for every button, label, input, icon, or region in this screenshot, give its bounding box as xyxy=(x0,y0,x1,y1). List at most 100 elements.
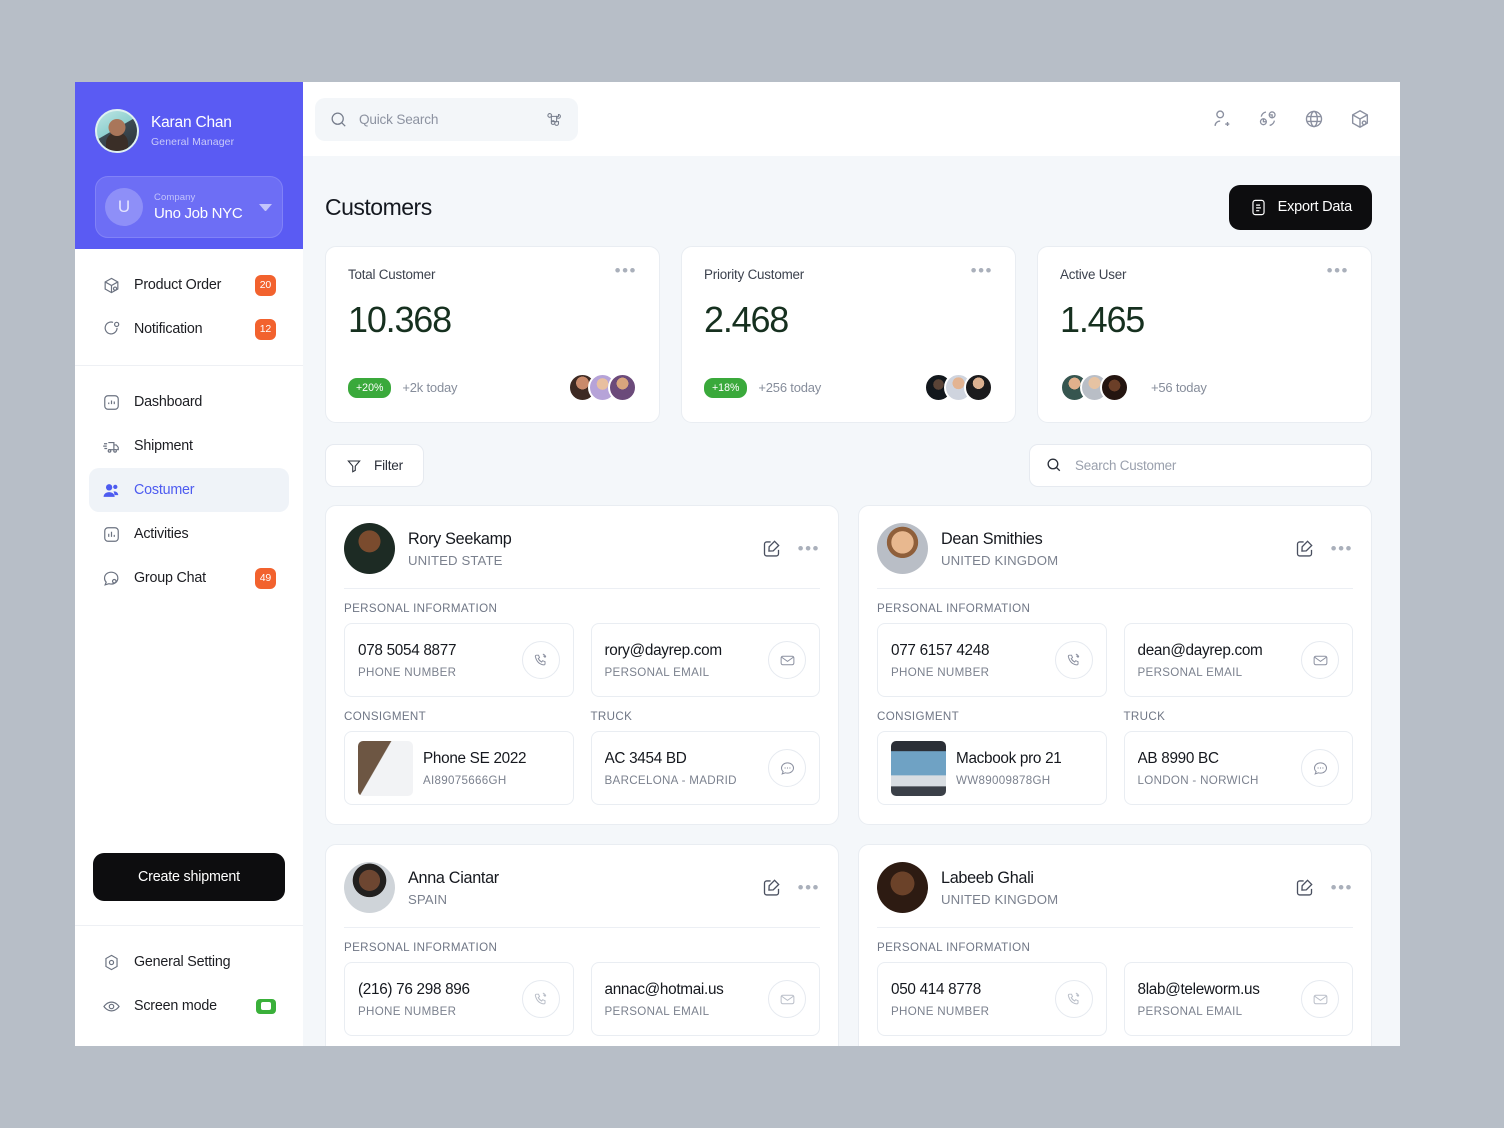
sidebar-item-label: Group Chat xyxy=(134,570,206,586)
call-icon[interactable] xyxy=(1054,641,1093,679)
add-user-icon[interactable] xyxy=(1211,108,1233,130)
stat-card-total-customer: Total Customer ••• 10.368 +20% +2k today xyxy=(325,246,660,423)
chat-icon xyxy=(102,569,121,588)
export-data-button[interactable]: Export Data xyxy=(1228,184,1372,230)
phone-value: 050 414 8778 xyxy=(891,980,981,998)
sidebar-item-label: Costumer xyxy=(134,482,195,498)
customer-menu-button[interactable]: ••• xyxy=(1331,540,1353,557)
stat-menu-button[interactable]: ••• xyxy=(1327,262,1349,279)
eye-icon xyxy=(102,997,121,1016)
filter-button[interactable]: Filter xyxy=(325,444,424,487)
section-label-consigment: CONSIGMENT xyxy=(344,710,427,723)
call-icon[interactable] xyxy=(1054,980,1093,1018)
customer-card[interactable]: Rory Seekamp UNITED STATE ••• PERSONAL I… xyxy=(325,505,839,825)
phone-value: (216) 76 298 896 xyxy=(358,980,470,998)
email-label: PERSONAL EMAIL xyxy=(604,665,710,679)
sidebar-item-general-setting[interactable]: General Setting xyxy=(89,940,289,984)
email-value: dean@dayrep.com xyxy=(1137,641,1263,659)
customer-card[interactable]: Dean Smithies UNITED KINGDOM ••• PERSONA… xyxy=(858,505,1372,825)
customer-country: UNITED KINGDOM xyxy=(941,891,1059,907)
consigment-code: WW89009878GH xyxy=(956,773,1051,787)
sidebar-item-notification[interactable]: Notification 12 xyxy=(89,307,289,351)
customer-country: UNITED KINGDOM xyxy=(941,552,1059,568)
message-icon[interactable] xyxy=(1301,749,1339,787)
sidebar-item-shipment[interactable]: Shipment xyxy=(89,424,289,468)
stat-card-priority-customer: Priority Customer ••• 2.468 +18% +256 to… xyxy=(681,246,1016,423)
consigment-title: Phone SE 2022 xyxy=(423,749,527,767)
screen-mode-toggle[interactable] xyxy=(256,998,276,1014)
box-icon xyxy=(102,276,121,295)
globe-icon[interactable] xyxy=(1303,108,1325,130)
sidebar-user[interactable]: Karan Chan General Manager xyxy=(95,104,283,158)
call-icon[interactable] xyxy=(521,641,560,679)
funnel-icon xyxy=(346,458,365,474)
edit-icon[interactable] xyxy=(1294,877,1315,898)
customer-menu-button[interactable]: ••• xyxy=(798,879,820,896)
company-label: Company xyxy=(154,192,196,203)
sidebar-item-screen-mode[interactable]: Screen mode xyxy=(89,984,289,1028)
stat-today: +256 today xyxy=(758,380,822,395)
mail-icon[interactable] xyxy=(1301,980,1339,1018)
customer-name: Dean Smithies xyxy=(941,529,1043,548)
search-customer-input[interactable]: Search Customer xyxy=(1029,444,1372,487)
stat-percent-badge: +18% xyxy=(704,377,748,398)
mail-icon[interactable] xyxy=(768,980,806,1018)
package-icon[interactable] xyxy=(1349,108,1371,130)
transfer-icon[interactable] xyxy=(1257,108,1279,130)
stat-avatar-stack[interactable] xyxy=(568,373,637,402)
sidebar-item-costumer[interactable]: Costumer xyxy=(89,468,289,512)
sidebar-item-product-order[interactable]: Product Order 20 xyxy=(89,263,289,307)
quick-search-input[interactable]: Quick Search xyxy=(315,97,578,141)
customer-cards-grid: Rory Seekamp UNITED STATE ••• PERSONAL I… xyxy=(325,505,1372,1046)
stat-menu-button[interactable]: ••• xyxy=(971,262,993,279)
command-icon xyxy=(545,110,564,129)
phone-label: PHONE NUMBER xyxy=(891,665,990,679)
email-value: 8lab@teleworm.us xyxy=(1137,980,1260,998)
main-area: Quick Search Customers Export Data Total… xyxy=(303,82,1400,1046)
customer-card[interactable]: Labeeb Ghali UNITED KINGDOM ••• PERSONAL… xyxy=(858,844,1372,1046)
customer-card[interactable]: Anna Ciantar SPAIN ••• PERSONAL INFORMAT… xyxy=(325,844,839,1046)
sidebar-item-dashboard[interactable]: Dashboard xyxy=(89,380,289,424)
mail-icon[interactable] xyxy=(1301,641,1339,679)
quick-search-placeholder: Quick Search xyxy=(359,111,439,127)
customer-menu-button[interactable]: ••• xyxy=(798,540,820,557)
list-toolbar: Filter Search Customer xyxy=(325,444,1372,487)
create-shipment-button[interactable]: Create shipment xyxy=(93,853,285,901)
stat-avatar-stack[interactable] xyxy=(1060,373,1129,402)
email-label: PERSONAL EMAIL xyxy=(604,1004,710,1018)
stat-value: 1.465 xyxy=(1060,299,1145,340)
truck-field: AB 8990 BC LONDON - NORWICH xyxy=(1123,731,1353,805)
customer-menu-button[interactable]: ••• xyxy=(1331,879,1353,896)
phone-label: PHONE NUMBER xyxy=(358,665,457,679)
call-icon[interactable] xyxy=(521,980,560,1018)
consigment-thumbnail xyxy=(891,740,946,796)
customer-name: Labeeb Ghali xyxy=(941,868,1034,887)
sidebar-item-activities[interactable]: Activities xyxy=(89,512,289,556)
topbar-icons xyxy=(1211,108,1371,130)
stat-percent-badge: +20% xyxy=(348,377,392,398)
company-selector[interactable]: U Company Uno Job NYC xyxy=(95,176,283,238)
message-icon[interactable] xyxy=(768,749,806,787)
stat-avatar-stack[interactable] xyxy=(924,373,993,402)
sidebar-item-label: Product Order xyxy=(134,277,222,293)
edit-icon[interactable] xyxy=(1294,538,1315,559)
app-window: Karan Chan General Manager U Company Uno… xyxy=(75,82,1400,1046)
chevron-down-icon xyxy=(259,203,272,211)
edit-icon[interactable] xyxy=(761,538,782,559)
sidebar-item-group-chat[interactable]: Group Chat 49 xyxy=(89,556,289,600)
bar-chart-icon xyxy=(102,525,121,544)
consigment-code: AI89075666GH xyxy=(423,773,507,787)
edit-icon[interactable] xyxy=(761,877,782,898)
user-role: General Manager xyxy=(151,135,235,148)
email-value: annac@hotmai.us xyxy=(604,980,724,998)
email-value: rory@dayrep.com xyxy=(604,641,723,659)
stat-menu-button[interactable]: ••• xyxy=(615,262,637,279)
document-export-icon xyxy=(1249,198,1268,217)
mail-icon[interactable] xyxy=(768,641,806,679)
avatar xyxy=(608,373,637,402)
sidebar: Karan Chan General Manager U Company Uno… xyxy=(75,82,303,1046)
email-field: annac@hotmai.us PERSONAL EMAIL xyxy=(590,962,820,1036)
consigment-title: Macbook pro 21 xyxy=(956,749,1062,767)
phone-field: 050 414 8778 PHONE NUMBER xyxy=(877,962,1107,1036)
